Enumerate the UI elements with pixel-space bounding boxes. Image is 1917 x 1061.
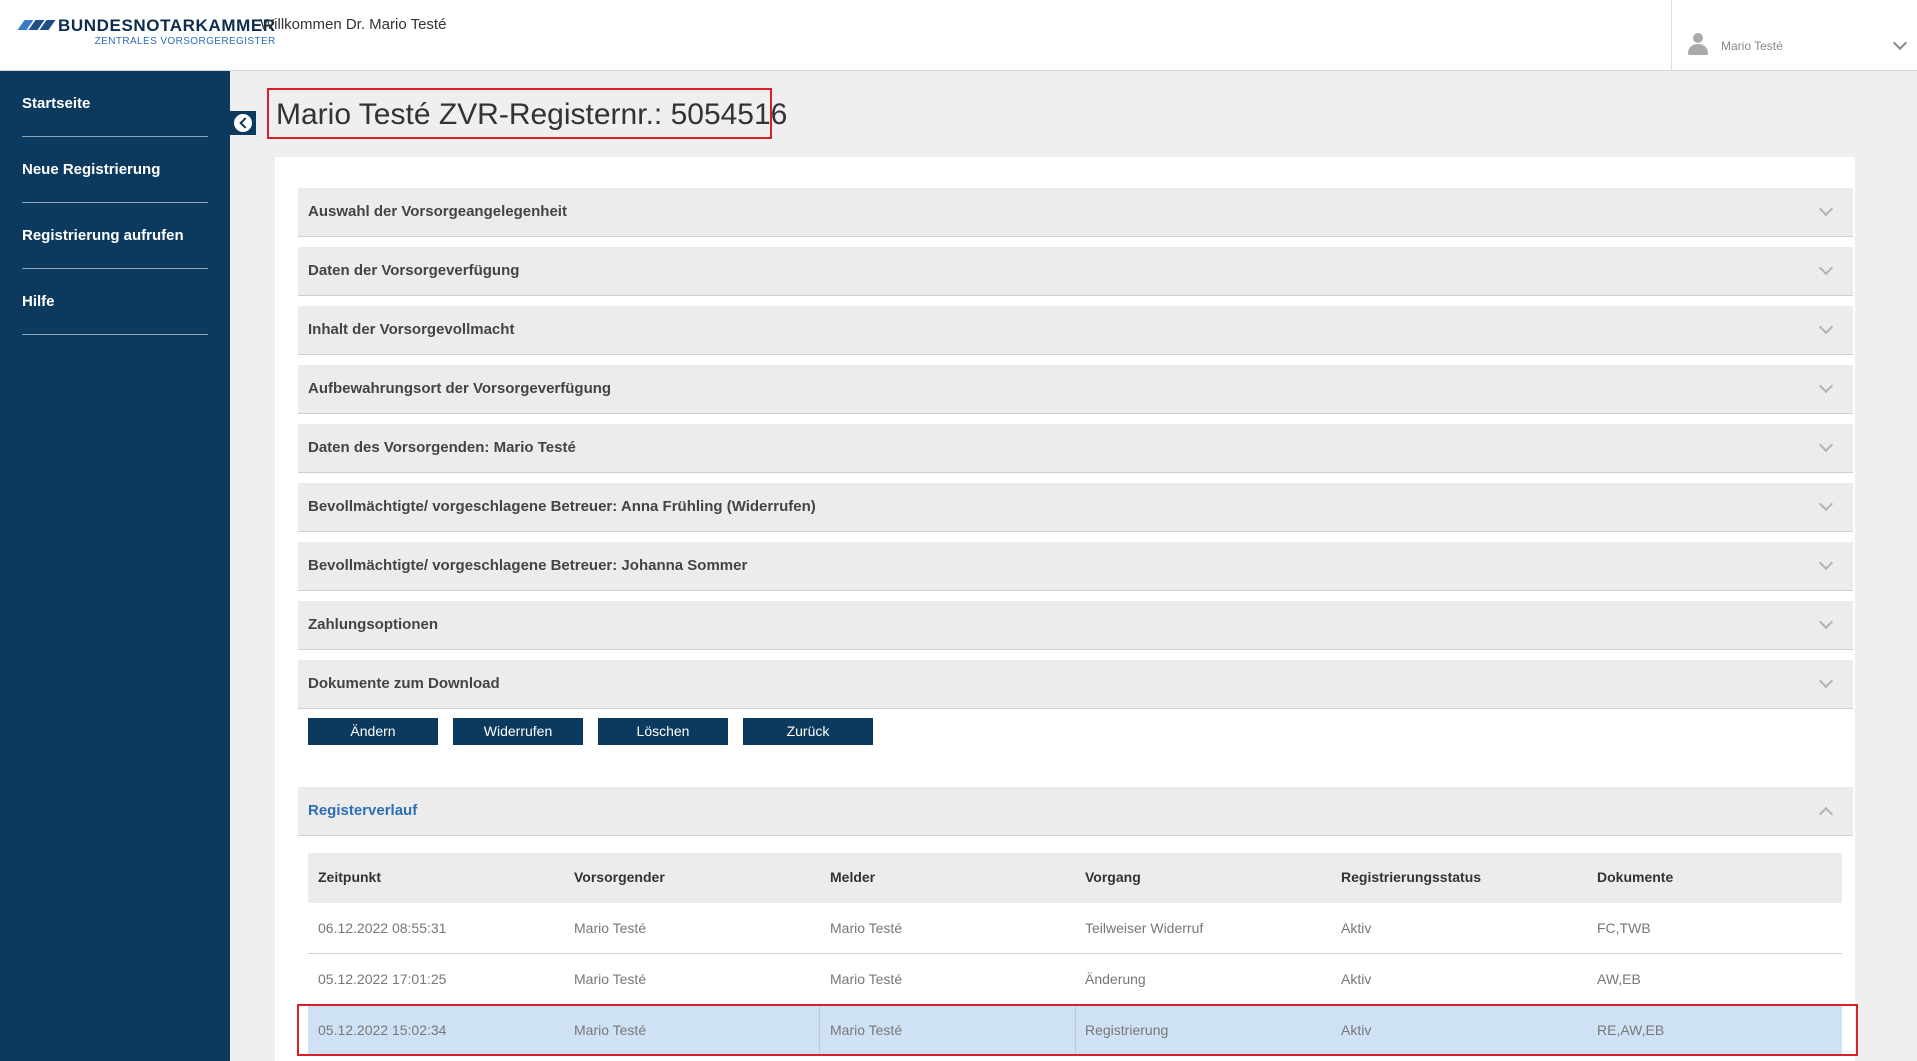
section-label: Auswahl der Vorsorgeangelegenheit bbox=[308, 203, 567, 220]
cell-melder: Mario Testé bbox=[830, 1022, 903, 1038]
section-inhalt-vorsorgevollmacht[interactable]: Inhalt der Vorsorgevollmacht bbox=[298, 306, 1853, 355]
section-label: Dokumente zum Download bbox=[308, 675, 500, 692]
chevron-down-icon[interactable] bbox=[1892, 35, 1908, 51]
cell-dokumente[interactable]: RE,AW,EB bbox=[1597, 1022, 1664, 1038]
table-row-selected[interactable]: 05.12.2022 15:02:34 Mario Testé Mario Te… bbox=[308, 1005, 1842, 1056]
logo-title: BUNDESNOTARKAMMER bbox=[58, 16, 276, 35]
cell-melder: Mario Testé bbox=[830, 971, 903, 987]
chevron-down-icon bbox=[1818, 555, 1834, 571]
sidebar: Startseite Neue Registrierung Registrier… bbox=[0, 71, 230, 1061]
user-name: Mario Testé bbox=[1721, 39, 1783, 53]
history-table-header: Zeitpunkt Vorsorgender Melder Vorgang Re… bbox=[308, 853, 1842, 903]
section-bevollmaechtigte-2[interactable]: Bevollmächtigte/ vorgeschlagene Betreuer… bbox=[298, 542, 1853, 591]
chevron-down-icon bbox=[1818, 201, 1834, 217]
section-label: Registerverlauf bbox=[308, 802, 418, 819]
column-header[interactable]: Zeitpunkt bbox=[318, 869, 381, 885]
section-zahlungsoptionen[interactable]: Zahlungsoptionen bbox=[298, 601, 1853, 650]
chevron-down-icon bbox=[1818, 673, 1834, 689]
cell-vorgang: Änderung bbox=[1085, 971, 1146, 987]
cell-dokumente[interactable]: AW,EB bbox=[1597, 971, 1641, 987]
change-button[interactable]: Ändern bbox=[308, 718, 438, 745]
cell-dokumente[interactable]: FC,TWB bbox=[1597, 920, 1651, 936]
column-header[interactable]: Registrierungsstatus bbox=[1341, 869, 1481, 885]
column-header[interactable]: Vorgang bbox=[1085, 869, 1141, 885]
section-bevollmaechtigte-1[interactable]: Bevollmächtigte/ vorgeschlagene Betreuer… bbox=[298, 483, 1853, 532]
bundesnotarkammer-logo[interactable]: BUNDESNOTARKAMMER ZENTRALES VORSORGEREGI… bbox=[17, 16, 276, 47]
section-label: Zahlungsoptionen bbox=[308, 616, 438, 633]
logo-subtitle: ZENTRALES VORSORGEREGISTER bbox=[94, 36, 276, 47]
cell-status: Aktiv bbox=[1341, 920, 1372, 936]
column-header[interactable]: Melder bbox=[830, 869, 875, 885]
cell-status: Aktiv bbox=[1341, 971, 1372, 987]
column-header[interactable]: Vorsorgender bbox=[574, 869, 665, 885]
user-menu[interactable]: Mario Testé bbox=[1671, 0, 1917, 71]
sidebar-item-startseite[interactable]: Startseite bbox=[22, 71, 208, 137]
table-row[interactable]: 06.12.2022 08:55:31 Mario Testé Mario Te… bbox=[308, 903, 1842, 954]
section-auswahl[interactable]: Auswahl der Vorsorgeangelegenheit bbox=[298, 188, 1853, 237]
section-label: Bevollmächtigte/ vorgeschlagene Betreuer… bbox=[308, 557, 748, 574]
chevron-down-icon bbox=[1818, 496, 1834, 512]
cell-vorsorgender: Mario Testé bbox=[574, 920, 647, 936]
delete-button[interactable]: Löschen bbox=[598, 718, 728, 745]
chevron-down-icon bbox=[1818, 614, 1834, 630]
section-label: Daten des Vorsorgenden: Mario Testé bbox=[308, 439, 576, 456]
sidebar-item-hilfe[interactable]: Hilfe bbox=[22, 269, 208, 335]
top-header: BUNDESNOTARKAMMER ZENTRALES VORSORGEREGI… bbox=[0, 0, 1917, 71]
revoke-button[interactable]: Widerrufen bbox=[453, 718, 583, 745]
page-title: Mario Testé ZVR-Registernr.: 5054516 bbox=[267, 88, 787, 139]
back-button[interactable]: Zurück bbox=[743, 718, 873, 745]
sidebar-item-neue-registrierung[interactable]: Neue Registrierung bbox=[22, 137, 208, 203]
section-registerverlauf[interactable]: Registerverlauf bbox=[298, 787, 1853, 836]
table-row[interactable]: 05.12.2022 17:01:25 Mario Testé Mario Te… bbox=[308, 954, 1842, 1005]
section-label: Daten der Vorsorgeverfügung bbox=[308, 262, 520, 279]
chevron-down-icon bbox=[1818, 378, 1834, 394]
logo-mark-icon bbox=[17, 20, 56, 30]
section-label: Aufbewahrungsort der Vorsorgeverfügung bbox=[308, 380, 612, 397]
cell-vorsorgender: Mario Testé bbox=[574, 1022, 647, 1038]
chevron-down-icon bbox=[1818, 319, 1834, 335]
cell-vorsorgender: Mario Testé bbox=[574, 971, 647, 987]
user-icon bbox=[1688, 33, 1708, 55]
sidebar-item-registrierung-aufrufen[interactable]: Registrierung aufrufen bbox=[22, 203, 208, 269]
column-divider bbox=[819, 1005, 820, 1056]
cell-vorgang: Registrierung bbox=[1085, 1022, 1169, 1038]
chevron-down-icon bbox=[1818, 437, 1834, 453]
section-label: Bevollmächtigte/ vorgeschlagene Betreuer… bbox=[308, 498, 816, 515]
cell-timestamp: 05.12.2022 17:01:25 bbox=[318, 971, 447, 987]
section-aufbewahrungsort[interactable]: Aufbewahrungsort der Vorsorgeverfügung bbox=[298, 365, 1853, 414]
column-divider bbox=[1075, 1005, 1076, 1056]
cell-timestamp: 05.12.2022 15:02:34 bbox=[318, 1022, 447, 1038]
chevron-left-icon bbox=[234, 114, 252, 132]
section-daten-vorsorgeverfuegung[interactable]: Daten der Vorsorgeverfügung bbox=[298, 247, 1853, 296]
column-header[interactable]: Dokumente bbox=[1597, 869, 1673, 885]
cell-vorgang: Teilweiser Widerruf bbox=[1085, 920, 1204, 936]
chevron-up-icon bbox=[1818, 806, 1834, 822]
sidebar-collapse-button[interactable] bbox=[230, 111, 256, 135]
cell-status: Aktiv bbox=[1341, 1022, 1372, 1038]
chevron-down-icon bbox=[1818, 260, 1834, 276]
welcome-text: Willkommen Dr. Mario Testé bbox=[260, 16, 447, 33]
section-daten-vorsorgenden[interactable]: Daten des Vorsorgenden: Mario Testé bbox=[298, 424, 1853, 473]
cell-melder: Mario Testé bbox=[830, 920, 903, 936]
cell-timestamp: 06.12.2022 08:55:31 bbox=[318, 920, 447, 936]
section-label: Inhalt der Vorsorgevollmacht bbox=[308, 321, 515, 338]
section-dokumente-download[interactable]: Dokumente zum Download bbox=[298, 660, 1853, 709]
